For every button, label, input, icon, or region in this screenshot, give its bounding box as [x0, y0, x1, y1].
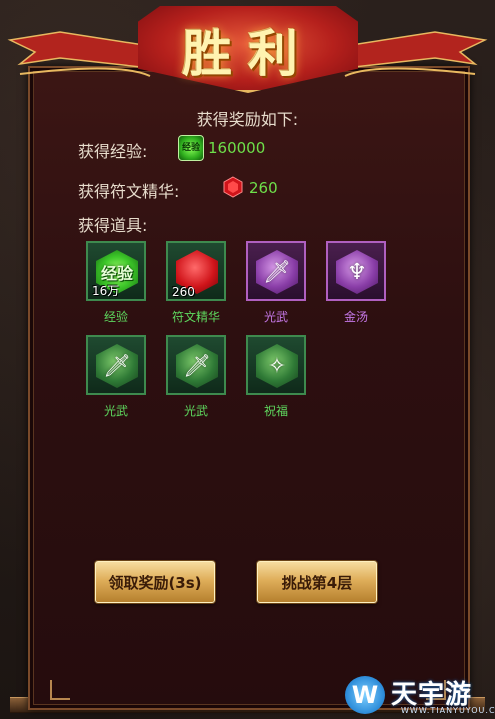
sword-icon: 🗡	[263, 259, 291, 285]
item-label: 光武	[183, 404, 208, 418]
claim-rewards-button[interactable]: 领取奖励(3s)	[95, 561, 215, 603]
rune-essence-label: 获得符文精华:	[78, 182, 180, 201]
reward-item-blessing[interactable]: ✧	[246, 335, 306, 395]
item-label: 光武	[263, 310, 288, 324]
horned-helm-icon: ♆	[347, 259, 367, 285]
watermark-site: WWW.TIANYUYOU.COM	[401, 706, 495, 715]
item-label: 符文精华	[171, 310, 220, 324]
item-quantity: 16万	[92, 284, 120, 298]
blessing-rune-icon: ✧	[267, 353, 287, 379]
reward-item-exp[interactable]: 经验 16万	[86, 241, 146, 301]
reward-item-jintang[interactable]: ♆	[326, 241, 386, 301]
victory-title: 胜利	[182, 24, 314, 83]
exp-value: 160000	[208, 139, 266, 157]
item-label: 经验	[103, 310, 128, 324]
sword-icon: 🗡	[103, 353, 131, 379]
reward-item-guangwu[interactable]: 🗡	[246, 241, 306, 301]
reward-item-rune-essence[interactable]: 260	[166, 241, 226, 301]
rewards-heading: 获得奖励如下:	[196, 110, 299, 129]
rune-essence-value: 260	[249, 179, 278, 197]
reward-item-guangwu[interactable]: 🗡	[166, 335, 226, 395]
site-watermark: W 天宇游 WWW.TIANYUYOU.COM	[345, 672, 495, 719]
exp-label: 获得经验:	[78, 142, 148, 161]
challenge-next-floor-button[interactable]: 挑战第4层	[257, 561, 377, 603]
item-label: 祝福	[263, 404, 288, 418]
corner-ornament	[50, 680, 70, 700]
sword-icon: 🗡	[183, 353, 211, 379]
watermark-logo-icon: W	[345, 676, 385, 714]
item-label: 金汤	[343, 310, 368, 324]
reward-item-guangwu[interactable]: 🗡	[86, 335, 146, 395]
item-quantity: 260	[172, 285, 195, 299]
exp-icon: 经验	[178, 135, 204, 161]
item-label: 光武	[103, 404, 128, 418]
red-gem-icon	[223, 176, 243, 198]
items-label: 获得道具:	[78, 216, 148, 235]
